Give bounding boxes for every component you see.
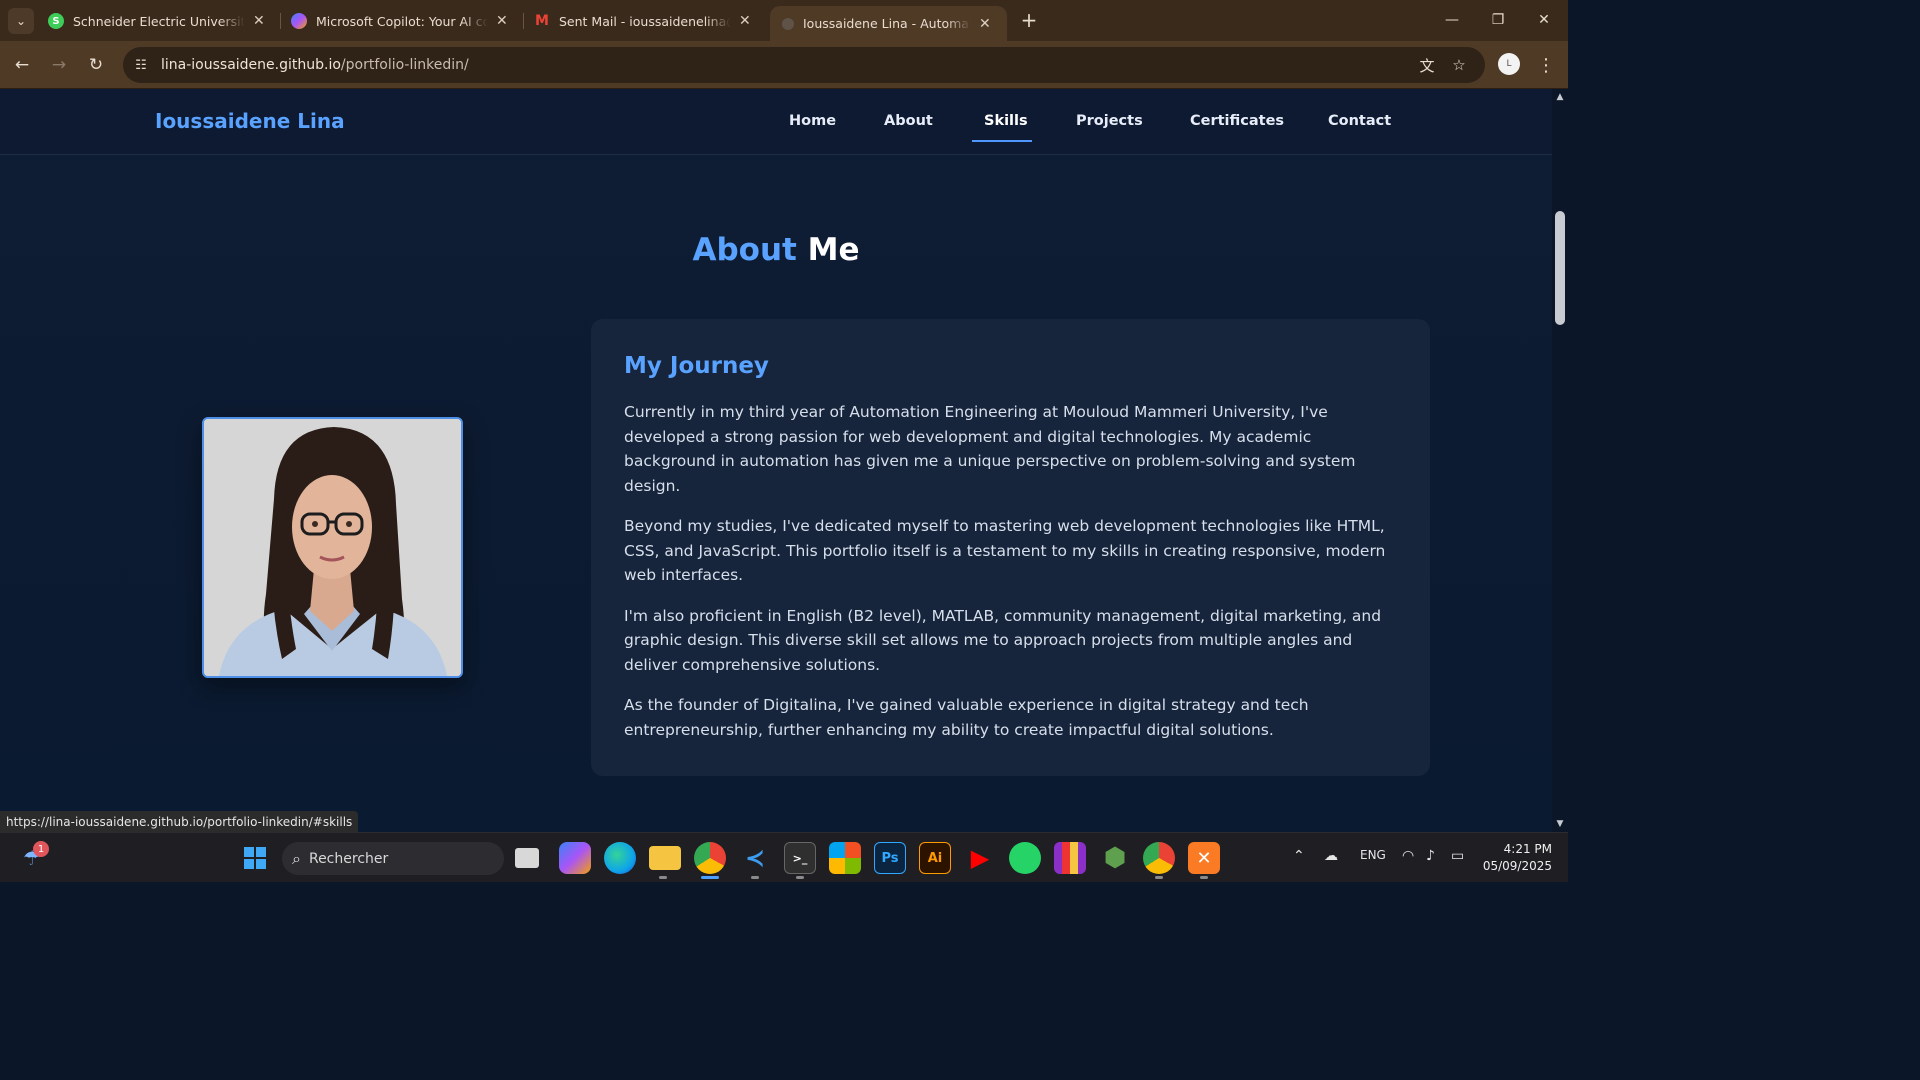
app-active-indicator	[701, 876, 719, 879]
schneider-favicon-icon: S	[48, 13, 64, 29]
windows-taskbar: ☂ 1 ⌕ Rechercher ≺ >_ Ps Ai ▶ ⬢ ✕ ⌃ ☁ EN…	[0, 832, 1568, 882]
youtube-icon[interactable]: ▶	[964, 842, 996, 874]
journey-paragraph: Currently in my third year of Automation…	[624, 403, 1356, 495]
link-status-bubble: https://lina-ioussaidene.github.io/portf…	[0, 811, 359, 832]
tab-title: Microsoft Copilot: Your AI comp	[316, 13, 488, 29]
nodejs-icon[interactable]: ⬢	[1099, 842, 1131, 874]
browser-menu-icon[interactable]: ⋮	[1533, 51, 1559, 79]
app-running-indicator	[1200, 876, 1208, 879]
site-brand[interactable]: Ioussaidene Lina	[155, 109, 345, 133]
reload-button[interactable]: ↻	[82, 51, 110, 79]
whatsapp-icon[interactable]	[1009, 842, 1041, 874]
close-icon[interactable]: ✕	[253, 13, 265, 29]
chrome-icon[interactable]	[694, 842, 726, 874]
clock-date: 05/09/2025	[1482, 859, 1552, 873]
tab-title: Schneider Electric University | b	[73, 13, 245, 29]
app-running-indicator	[659, 876, 667, 879]
tab-search-button[interactable]: ⌄	[8, 8, 34, 34]
close-icon[interactable]: ✕	[979, 16, 991, 32]
nav-about[interactable]: About	[884, 113, 933, 129]
scroll-down-arrow-icon[interactable]: ▼	[1555, 819, 1565, 829]
wifi-icon[interactable]: ◠	[1402, 848, 1414, 864]
profile-avatar[interactable]: L	[1498, 53, 1520, 75]
journey-paragraph: As the founder of Digitalina, I've gaine…	[624, 696, 1309, 739]
address-bar[interactable]: ☷ lina-ioussaidene.github.io/portfolio-l…	[123, 47, 1485, 83]
back-button[interactable]: ←	[8, 51, 36, 79]
browser-toolbar: ← → ↻ ☷ lina-ioussaidene.github.io/portf…	[0, 41, 1568, 89]
portrait-illustration	[204, 419, 461, 676]
photoshop-icon[interactable]: Ps	[874, 842, 906, 874]
file-explorer-icon[interactable]	[649, 846, 681, 870]
url-text[interactable]: lina-ioussaidene.github.io/portfolio-lin…	[161, 57, 469, 73]
copilot-icon[interactable]	[559, 842, 591, 874]
journey-card: My Journey Currently in my third year of…	[591, 319, 1430, 776]
tab-schneider[interactable]: S Schneider Electric University | b ✕	[38, 6, 275, 36]
active-nav-underline	[972, 140, 1032, 142]
windows-logo-icon	[244, 847, 266, 869]
bookmark-star-icon[interactable]: ☆	[1445, 51, 1473, 79]
notification-badge: 1	[33, 841, 49, 857]
forward-button[interactable]: →	[45, 51, 73, 79]
gmail-favicon-icon: M	[535, 13, 549, 29]
globe-favicon-icon	[782, 17, 794, 30]
journey-paragraph: I'm also proficient in English (B2 level…	[624, 606, 1382, 674]
chrome-profile-icon[interactable]	[1143, 842, 1175, 874]
site-info-icon[interactable]: ☷	[127, 51, 155, 79]
edge-icon[interactable]	[604, 842, 636, 874]
start-button[interactable]	[239, 842, 271, 874]
onedrive-icon[interactable]: ☁	[1324, 848, 1338, 864]
app-running-indicator	[1155, 876, 1163, 879]
page-scrollbar[interactable]: ▲ ▼	[1552, 89, 1568, 832]
illustrator-icon[interactable]: Ai	[919, 842, 951, 874]
scrollbar-thumb[interactable]	[1555, 211, 1565, 325]
volume-icon[interactable]: ♪	[1426, 848, 1435, 864]
battery-icon[interactable]: ▭	[1451, 848, 1464, 864]
profile-photo	[202, 417, 463, 678]
task-view-icon[interactable]	[515, 848, 539, 868]
taskbar-search[interactable]: ⌕ Rechercher	[282, 842, 504, 875]
system-clock[interactable]: 4:21 PM 05/09/2025	[1480, 841, 1552, 875]
tab-title: Ioussaidene Lina - Automation E	[803, 16, 971, 31]
scroll-up-arrow-icon[interactable]: ▲	[1555, 92, 1565, 102]
nav-skills[interactable]: Skills	[984, 113, 1028, 129]
minimize-button[interactable]: —	[1429, 0, 1475, 40]
chevron-up-icon[interactable]: ⌃	[1293, 848, 1305, 864]
nav-certificates[interactable]: Certificates	[1190, 113, 1284, 129]
nav-home[interactable]: Home	[789, 113, 836, 129]
close-icon[interactable]: ✕	[739, 13, 751, 29]
translate-icon[interactable]: 文	[1413, 51, 1441, 79]
app-running-indicator	[796, 876, 804, 879]
tab-portfolio[interactable]: Ioussaidene Lina - Automation E ✕	[770, 6, 1007, 41]
winrar-icon[interactable]	[1054, 842, 1086, 874]
card-title: My Journey	[624, 353, 769, 379]
close-window-button[interactable]: ✕	[1521, 0, 1567, 40]
new-tab-button[interactable]: +	[1017, 8, 1041, 32]
tab-title: Sent Mail - ioussaidenelina@gm	[559, 13, 731, 29]
clock-time: 4:21 PM	[1503, 842, 1552, 856]
page-viewport: Ioussaidene Lina Home About Skills Proje…	[0, 89, 1552, 832]
journey-paragraphs: Currently in my third year of Automation…	[624, 400, 1404, 758]
restore-button[interactable]: ❐	[1475, 0, 1521, 40]
language-indicator[interactable]: ENG	[1360, 848, 1386, 862]
search-placeholder: Rechercher	[308, 850, 389, 867]
close-icon[interactable]: ✕	[496, 13, 508, 29]
site-navbar: Ioussaidene Lina Home About Skills Proje…	[0, 89, 1552, 155]
tab-strip: ⌄ S Schneider Electric University | b ✕ …	[0, 0, 1568, 41]
journey-paragraph: Beyond my studies, I've dedicated myself…	[624, 517, 1386, 584]
app-running-indicator	[751, 876, 759, 879]
section-title: About Me	[692, 232, 860, 268]
search-icon: ⌕	[292, 848, 301, 868]
copilot-favicon-icon	[291, 13, 307, 29]
tab-copilot[interactable]: Microsoft Copilot: Your AI comp ✕	[281, 6, 518, 36]
microsoft-store-icon[interactable]	[829, 842, 861, 874]
nav-projects[interactable]: Projects	[1076, 113, 1143, 129]
tab-gmail[interactable]: M Sent Mail - ioussaidenelina@gm ✕	[524, 6, 761, 36]
terminal-icon[interactable]: >_	[784, 842, 816, 874]
nav-contact[interactable]: Contact	[1328, 113, 1391, 129]
xampp-icon[interactable]: ✕	[1188, 842, 1220, 874]
vscode-icon[interactable]: ≺	[739, 842, 771, 874]
